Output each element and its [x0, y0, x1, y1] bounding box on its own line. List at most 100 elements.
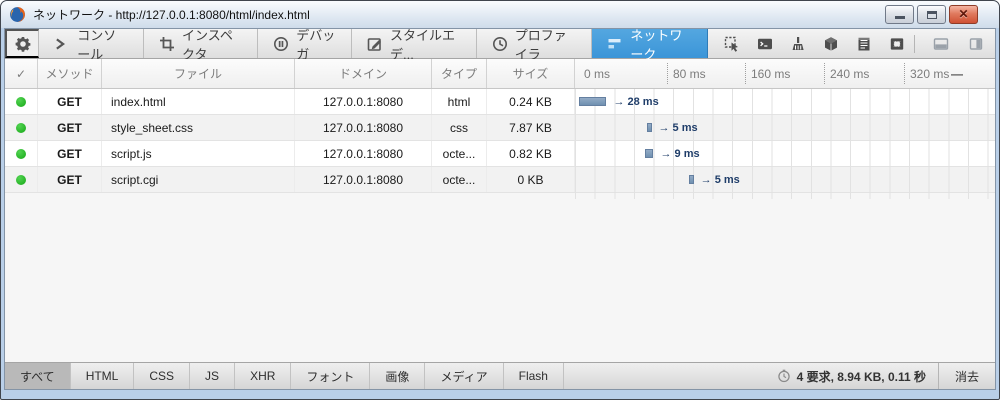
tick-240ms: 240 ms	[824, 63, 869, 84]
console-icon	[54, 36, 70, 52]
responsive-mode-icon	[889, 36, 905, 52]
summary-block: 4 要求, 8.94 KB, 0.11 秒	[765, 363, 938, 389]
domain-cell: 127.0.0.1:8080	[295, 89, 432, 114]
devtools-client: コンソール インスペクタ デバッガ スタイルエデ...	[4, 28, 996, 390]
filter-all[interactable]: すべて	[5, 363, 71, 389]
dock-controls	[910, 29, 989, 58]
maximize-button[interactable]	[917, 5, 946, 24]
devtools-toolbar: コンソール インスペクタ デバッガ スタイルエデ...	[5, 29, 995, 59]
status-cell	[5, 167, 38, 192]
waterfall-time-label: → 5 ms	[701, 174, 740, 186]
size-cell: 7.87 KB	[487, 115, 575, 140]
close-button[interactable]: ✕	[949, 5, 978, 24]
cube-3d-icon	[823, 36, 839, 52]
tab-network[interactable]: ネットワーク	[592, 29, 708, 58]
filter-images[interactable]: 画像	[370, 363, 425, 389]
split-console-icon	[757, 36, 773, 52]
waterfall-entry: → 5 ms	[647, 115, 698, 140]
pick-element-icon	[724, 36, 740, 52]
status-ok-icon	[16, 175, 26, 185]
waterfall-time-label: → 9 ms	[660, 148, 699, 160]
tab-profiler[interactable]: プロファイラ	[477, 29, 593, 58]
waterfall-time-label: → 28 ms	[613, 96, 658, 108]
file-cell: script.js	[102, 141, 295, 166]
status-cell	[5, 89, 38, 114]
filter-status-bar: すべて HTML CSS JS XHR フォント 画像 メディア Flash 4…	[5, 362, 995, 389]
network-waterfall-icon	[607, 36, 623, 52]
tab-label: デバッガ	[296, 28, 336, 63]
header-type: タイプ	[432, 59, 487, 88]
filter-fonts[interactable]: フォント	[291, 363, 370, 389]
waterfall-overflow-dash: —	[951, 59, 963, 88]
domain-cell: 127.0.0.1:8080	[295, 167, 432, 192]
scratchpad-button[interactable]	[850, 32, 877, 56]
network-table-header: ✓ メソッド ファイル ドメイン タイプ サイズ 0 ms 80 ms 160 …	[5, 59, 995, 89]
empty-request-area	[5, 193, 995, 362]
waterfall-entry: → 9 ms	[645, 141, 700, 166]
split-console-button[interactable]	[751, 32, 778, 56]
type-cell: css	[432, 115, 487, 140]
pick-element-button[interactable]	[718, 32, 745, 56]
responsive-mode-button[interactable]	[883, 32, 910, 56]
firefox-icon	[9, 6, 26, 23]
type-cell: octe...	[432, 167, 487, 192]
method-cell: GET	[38, 115, 102, 140]
status-ok-icon	[16, 149, 26, 159]
filter-js[interactable]: JS	[190, 363, 235, 389]
tick-160ms: 160 ms	[745, 63, 790, 84]
status-cell	[5, 141, 38, 166]
tab-debugger[interactable]: デバッガ	[258, 29, 352, 58]
header-method: メソッド	[38, 59, 102, 88]
title-bar[interactable]: ネットワーク - http://127.0.0.1:8080/html/inde…	[1, 1, 999, 28]
waterfall-header: 0 ms 80 ms 160 ms 240 ms 320 ms —	[575, 59, 995, 88]
dock-side-button[interactable]	[962, 32, 989, 56]
filter-html[interactable]: HTML	[71, 363, 135, 389]
method-cell: GET	[38, 167, 102, 192]
header-status: ✓	[5, 59, 38, 88]
status-cell	[5, 115, 38, 140]
filter-css[interactable]: CSS	[134, 363, 190, 389]
header-size: サイズ	[487, 59, 575, 88]
dock-side-icon	[968, 36, 984, 52]
request-row[interactable]: GET script.js 127.0.0.1:8080 octe... 0.8…	[5, 141, 995, 167]
request-row[interactable]: GET index.html 127.0.0.1:8080 html 0.24 …	[5, 89, 995, 115]
filter-flash[interactable]: Flash	[504, 363, 564, 389]
tilt-3d-button[interactable]	[817, 32, 844, 56]
crop-icon	[159, 36, 175, 52]
tick-0ms: 0 ms	[579, 63, 610, 84]
request-row[interactable]: GET style_sheet.css 127.0.0.1:8080 css 7…	[5, 115, 995, 141]
method-cell: GET	[38, 141, 102, 166]
method-cell: GET	[38, 89, 102, 114]
size-cell: 0.82 KB	[487, 141, 575, 166]
tab-label: プロファイラ	[515, 28, 577, 63]
dock-bottom-button[interactable]	[927, 32, 954, 56]
request-row[interactable]: GET script.cgi 127.0.0.1:8080 octe... 0 …	[5, 167, 995, 193]
edit-pencil-icon	[367, 36, 383, 52]
clock-icon	[492, 36, 508, 52]
type-cell: octe...	[432, 141, 487, 166]
minimize-button[interactable]	[885, 5, 914, 24]
domain-cell: 127.0.0.1:8080	[295, 115, 432, 140]
devtools-window: ネットワーク - http://127.0.0.1:8080/html/inde…	[0, 0, 1000, 400]
clear-button[interactable]: 消去	[938, 363, 995, 389]
filter-xhr[interactable]: XHR	[235, 363, 291, 389]
tab-console[interactable]: コンソール	[39, 29, 144, 58]
waterfall-bar	[689, 175, 694, 184]
paintbrush-button[interactable]	[784, 32, 811, 56]
tab-label: スタイルエデ...	[390, 28, 461, 63]
tab-inspector[interactable]: インスペクタ	[144, 29, 258, 58]
waterfall-bar	[647, 123, 652, 132]
toolbar-separator	[914, 35, 915, 53]
tab-style-editor[interactable]: スタイルエデ...	[352, 29, 477, 58]
minimize-icon	[895, 16, 905, 19]
paintbrush-icon	[790, 36, 806, 52]
toolbar-icon-strip	[718, 29, 910, 58]
size-cell: 0 KB	[487, 167, 575, 192]
tick-80ms: 80 ms	[667, 63, 706, 84]
filter-media[interactable]: メディア	[425, 363, 503, 389]
waterfall-entry: → 28 ms	[579, 89, 659, 114]
status-ok-icon	[16, 97, 26, 107]
stopwatch-icon	[777, 369, 791, 383]
settings-button[interactable]	[5, 29, 39, 58]
waterfall-entry: → 5 ms	[689, 167, 740, 192]
